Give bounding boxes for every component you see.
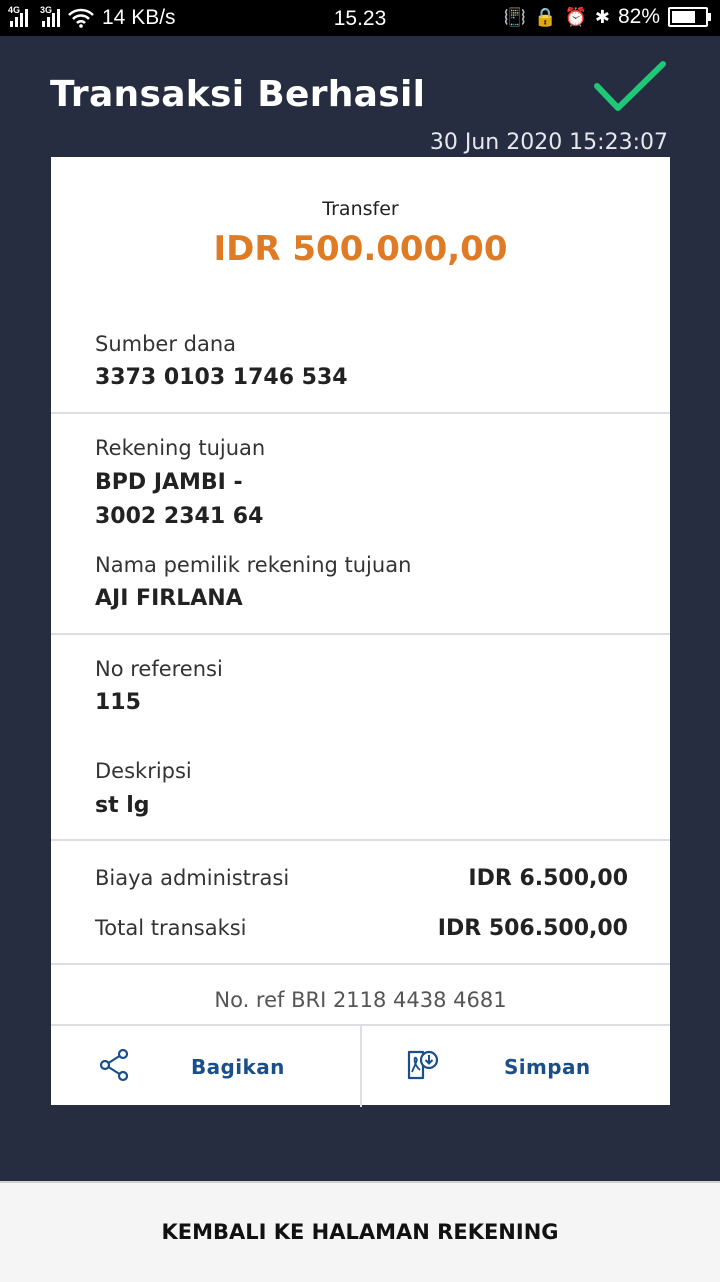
bri-reference: No. ref BRI 2118 4438 4681 — [214, 988, 507, 1012]
vibrate-icon: 📳 — [503, 7, 527, 27]
share-button[interactable]: Bagikan — [51, 1026, 362, 1107]
destination-label: Rekening tujuan — [95, 436, 266, 460]
back-to-account-button[interactable]: KEMBALI KE HALAMAN REKENING — [0, 1181, 720, 1282]
reference-value: 115 — [95, 690, 141, 715]
divider — [51, 633, 670, 635]
lock-rotation-icon: 🔒 — [534, 7, 557, 27]
admin-fee-label: Biaya administrasi — [95, 866, 290, 890]
action-bar: Bagikan Simpan — [51, 1024, 670, 1107]
description-value: st lg — [95, 793, 150, 818]
divider — [51, 963, 670, 965]
source-value: 3373 0103 1746 534 — [95, 365, 348, 390]
status-bar: 4G 3G 14 KB/s 15.23 📳 🔒 ⏰ ✱ 82% — [0, 0, 720, 36]
transaction-amount: IDR 500.000,00 — [213, 229, 508, 269]
checkmark-icon — [594, 61, 666, 111]
alarm-icon: ⏰ — [564, 7, 587, 27]
destination-account: 3002 2341 64 — [95, 504, 264, 529]
back-to-account-label: KEMBALI KE HALAMAN REKENING — [161, 1220, 559, 1244]
description-label: Deskripsi — [95, 759, 192, 783]
total-value: IDR 506.500,00 — [437, 916, 628, 941]
battery-percent: 82% — [617, 5, 660, 28]
source-label: Sumber dana — [95, 332, 237, 356]
share-icon — [99, 1048, 129, 1082]
page-title: Transaksi Berhasil — [50, 74, 426, 115]
owner-value: AJI FIRLANA — [95, 586, 243, 611]
divider — [51, 839, 670, 841]
transaction-datetime: 30 Jun 2020 15:23:07 — [429, 130, 668, 155]
reference-label: No referensi — [95, 657, 223, 681]
admin-fee-value: IDR 6.500,00 — [468, 866, 628, 891]
divider — [51, 412, 670, 414]
share-label: Bagikan — [191, 1055, 285, 1079]
transaction-type: Transfer — [322, 198, 399, 220]
receipt-card: Transfer IDR 500.000,00 Sumber dana 3373… — [51, 157, 670, 1107]
battery-icon — [668, 7, 711, 27]
pdf-download-icon — [407, 1050, 439, 1080]
owner-label: Nama pemilik rekening tujuan — [95, 553, 412, 577]
save-button[interactable]: Simpan — [362, 1026, 671, 1107]
total-label: Total transaksi — [95, 916, 247, 940]
destination-bank: BPD JAMBI - — [95, 470, 243, 495]
save-label: Simpan — [504, 1055, 591, 1079]
bluetooth-icon: ✱ — [594, 7, 610, 27]
